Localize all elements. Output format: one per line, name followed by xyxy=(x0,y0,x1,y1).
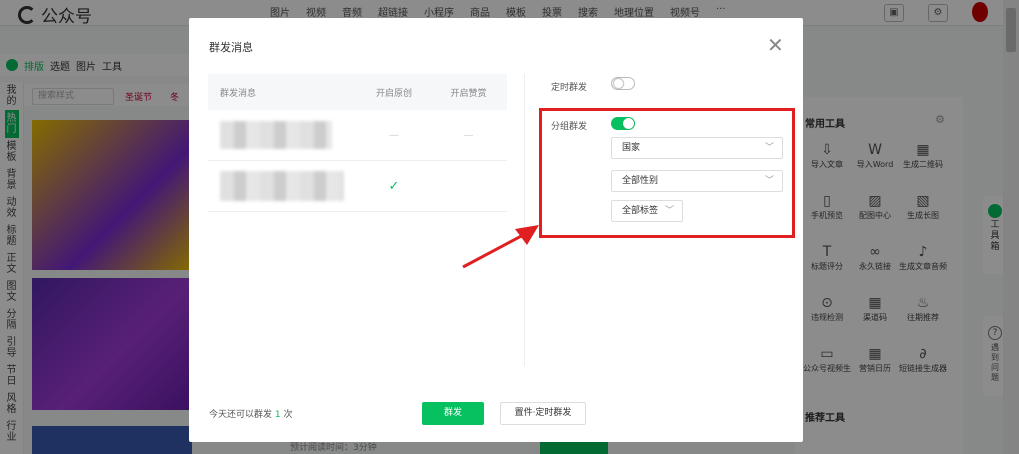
message-preview xyxy=(208,121,358,149)
message-preview xyxy=(208,171,358,201)
reward-cell: — xyxy=(463,129,474,141)
col-original: 开启原创 xyxy=(375,88,412,99)
table-header: 群发消息 开启原创 开启赞赏 xyxy=(208,74,507,110)
annotation-arrow xyxy=(462,225,539,269)
schedule-label: 定时群发 xyxy=(551,83,588,93)
col-message: 群发消息 xyxy=(220,88,257,99)
message-table: 群发消息 开启原创 开启赞赏 — — ✓ xyxy=(208,74,507,212)
original-check: ✓ xyxy=(388,178,400,194)
table-row[interactable]: ✓ xyxy=(208,161,507,212)
quota-count: 1 xyxy=(274,410,281,420)
schedule-toggle[interactable] xyxy=(611,77,635,90)
schedule-send-button[interactable]: 置件·定时群发 xyxy=(500,402,586,425)
original-cell: — xyxy=(389,129,399,141)
send-button[interactable]: 群发 xyxy=(422,402,484,425)
close-icon[interactable]: ✕ xyxy=(767,35,784,55)
highlight-box xyxy=(539,108,795,238)
table-row[interactable]: — — xyxy=(208,110,507,161)
quota-text: 今天还可以群发 1 次 xyxy=(209,407,293,420)
col-reward: 开启赞赏 xyxy=(450,88,487,99)
dialog-title: 群发消息 xyxy=(209,41,253,54)
quota-prefix: 今天还可以群发 xyxy=(209,410,273,420)
quota-suffix: 次 xyxy=(283,410,293,420)
